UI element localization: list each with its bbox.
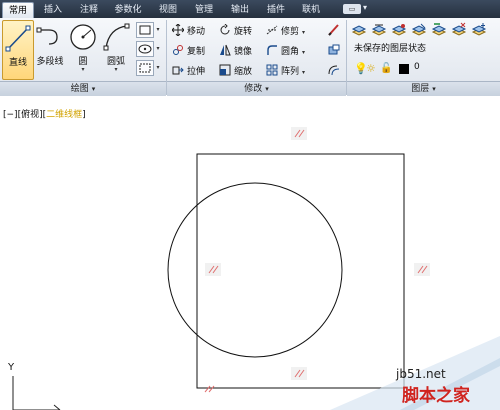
tab-manage[interactable]: 管理 — [191, 2, 217, 18]
move-button[interactable]: 移动 — [172, 24, 205, 38]
chevron-down-icon[interactable]: ▾ — [302, 49, 305, 56]
erase-icon[interactable] — [326, 22, 342, 38]
rotate-label: 旋转 — [234, 27, 253, 37]
line-tool-button[interactable]: 直线 — [2, 20, 34, 80]
layers-panel-title-label: 图层 — [411, 84, 430, 94]
chevron-down-icon[interactable]: ▾ — [302, 29, 305, 36]
scale-icon — [219, 64, 231, 76]
chevron-down-icon: ▾ — [432, 85, 436, 93]
copy-label: 复制 — [187, 47, 206, 57]
sun-icon: ☼ — [366, 62, 376, 75]
array-label: 阵列 — [281, 67, 300, 77]
chevron-down-icon[interactable]: ▾ — [154, 61, 162, 75]
parallel-marker-icon — [291, 367, 307, 380]
arc-icon — [103, 23, 130, 51]
copy-icon — [173, 45, 183, 55]
drawing-canvas[interactable] — [0, 96, 500, 410]
layer-properties-icon[interactable] — [351, 22, 367, 38]
ellipse-button[interactable] — [136, 41, 154, 57]
mirror-button[interactable]: 镜像 — [219, 44, 252, 58]
trim-label: 修剪 — [281, 27, 300, 37]
parallel-marker-icon — [291, 127, 307, 140]
layer-state-combo[interactable]: 未保存的图层状态 — [352, 42, 494, 56]
modify-panel-title[interactable]: 修改 ▾ — [167, 81, 346, 96]
ribbon-tab-bar: 常用 插入 注释 参数化 视图 管理 输出 插件 联机 ▭ ▾ — [0, 0, 500, 19]
mirror-icon — [220, 44, 231, 56]
chevron-down-icon[interactable]: ▾ — [154, 23, 162, 37]
line-icon — [5, 25, 31, 52]
polyline-icon — [36, 27, 58, 45]
layer-off-icon[interactable] — [451, 22, 467, 38]
layer-color-swatch — [399, 64, 409, 74]
layer-match-icon[interactable] — [431, 22, 447, 38]
lock-icon: 🔓 — [380, 63, 393, 74]
chevron-down-icon[interactable]: ▾ — [363, 3, 367, 12]
trim-button[interactable]: 修剪 ▾ — [266, 24, 305, 38]
hatch-icon — [139, 63, 151, 73]
rotate-button[interactable]: 旋转 — [219, 24, 252, 38]
copy-button[interactable]: 复制 — [172, 44, 205, 58]
tab-plugins[interactable]: 插件 — [263, 2, 289, 18]
trim-icon — [266, 25, 278, 35]
fillet-label: 圆角 — [281, 47, 300, 57]
circle-icon — [70, 24, 96, 50]
current-layer-name: 0 — [414, 62, 420, 72]
hatch-button[interactable] — [136, 60, 154, 76]
fillet-button[interactable]: 圆角 ▾ — [266, 44, 305, 58]
tab-parametric[interactable]: 参数化 — [111, 2, 145, 18]
polyline-tool-button[interactable]: 多段线 — [34, 20, 66, 78]
tab-insert[interactable]: 插入 — [40, 2, 66, 18]
video-icon[interactable]: ▭ — [343, 4, 361, 14]
tab-view[interactable]: 视图 — [155, 2, 181, 18]
scale-label: 缩放 — [234, 67, 253, 77]
ellipse-icon — [138, 44, 152, 54]
modify-panel-title-label: 修改 — [244, 84, 263, 94]
layers-panel-title[interactable]: 图层 ▾ — [347, 81, 500, 96]
rectangle-button[interactable] — [136, 22, 154, 38]
layer-unisolate-icon[interactable] — [411, 22, 427, 38]
circle-tool-button[interactable]: 圆 ▾ — [68, 20, 98, 78]
array-button[interactable]: 阵列 ▾ — [266, 64, 305, 78]
explode-icon[interactable] — [326, 42, 342, 58]
parallel-marker-icon — [414, 263, 430, 276]
offset-icon[interactable] — [326, 62, 342, 78]
move-icon — [172, 24, 184, 36]
chevron-down-icon[interactable]: ▾ — [68, 66, 98, 73]
parallel-marker-icon — [204, 385, 215, 393]
tab-annotate[interactable]: 注释 — [76, 2, 102, 18]
tab-online[interactable]: 联机 — [298, 2, 324, 18]
stretch-button[interactable]: 拉伸 — [172, 64, 205, 78]
chevron-down-icon[interactable]: ▾ — [154, 42, 162, 56]
stretch-icon — [172, 66, 184, 75]
layer-freeze-icon[interactable] — [471, 22, 487, 38]
ucs-icon — [12, 376, 61, 410]
scale-button[interactable]: 缩放 — [219, 64, 252, 78]
tab-output[interactable]: 输出 — [227, 2, 253, 18]
chevron-down-icon: ▾ — [91, 85, 96, 93]
tab-home[interactable]: 常用 — [2, 2, 34, 19]
rectangle-icon — [139, 25, 151, 35]
chevron-down-icon[interactable]: ▾ — [302, 69, 305, 76]
stretch-label: 拉伸 — [187, 67, 206, 77]
layer-state-icon[interactable] — [371, 22, 387, 38]
fillet-icon — [267, 45, 277, 55]
move-label: 移动 — [187, 27, 206, 37]
parallel-marker-icon — [205, 263, 221, 276]
arc-tool-button[interactable]: 圆弧 ▾ — [100, 20, 132, 78]
array-icon — [266, 64, 278, 76]
polyline-tool-label: 多段线 — [36, 57, 64, 67]
draw-panel-title[interactable]: 绘图 ▾ — [0, 81, 166, 96]
ucs-y-label: Y — [8, 362, 15, 373]
draw-panel-title-label: 绘图 — [70, 84, 89, 94]
watermark-site: jb51.net — [396, 367, 446, 381]
chevron-down-icon[interactable]: ▾ — [100, 66, 132, 73]
chevron-down-icon: ▾ — [265, 85, 269, 93]
drawn-circle[interactable] — [167, 182, 343, 358]
watermark-name: 脚本之家 — [402, 386, 470, 406]
line-tool-label: 直线 — [8, 58, 27, 68]
mirror-label: 镜像 — [234, 47, 253, 57]
rotate-icon — [220, 24, 230, 35]
layer-isolate-icon[interactable] — [391, 22, 407, 38]
